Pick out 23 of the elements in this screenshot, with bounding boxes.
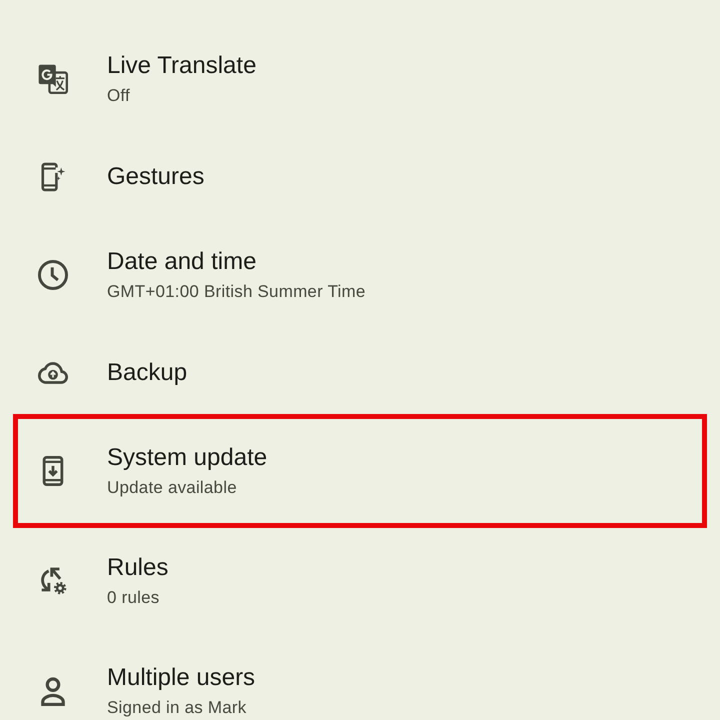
clock-icon [38,260,68,290]
item-title: System update [107,443,268,473]
settings-item[interactable]: Multiple users Signed in as Mark [13,636,707,720]
item-title: Multiple users [107,663,256,693]
item-subtitle: 0 rules [107,587,160,609]
item-title: Date and time [107,247,256,277]
item-subtitle: GMT+01:00 British Summer Time [107,281,366,303]
person-icon [38,676,68,706]
settings-item[interactable]: Date and time GMT+01:00 British Summer Time [13,220,707,330]
settings-item[interactable]: Rules 0 rules [13,526,707,636]
settings-item[interactable]: Live Translate Off [13,24,707,134]
item-title: Backup [107,358,188,388]
item-title: Rules [107,553,168,583]
item-subtitle: Off [107,85,130,107]
rotate-gear-icon [38,566,68,596]
settings-item[interactable]: Backup [13,330,707,416]
settings-item[interactable]: System update Update available [13,414,707,528]
item-subtitle: Update available [107,477,237,499]
item-subtitle: Signed in as Mark [107,697,246,719]
item-title: Live Translate [107,51,256,81]
settings-item[interactable]: Gestures [13,134,707,220]
item-title: Gestures [107,162,204,192]
translate-icon [38,64,68,94]
